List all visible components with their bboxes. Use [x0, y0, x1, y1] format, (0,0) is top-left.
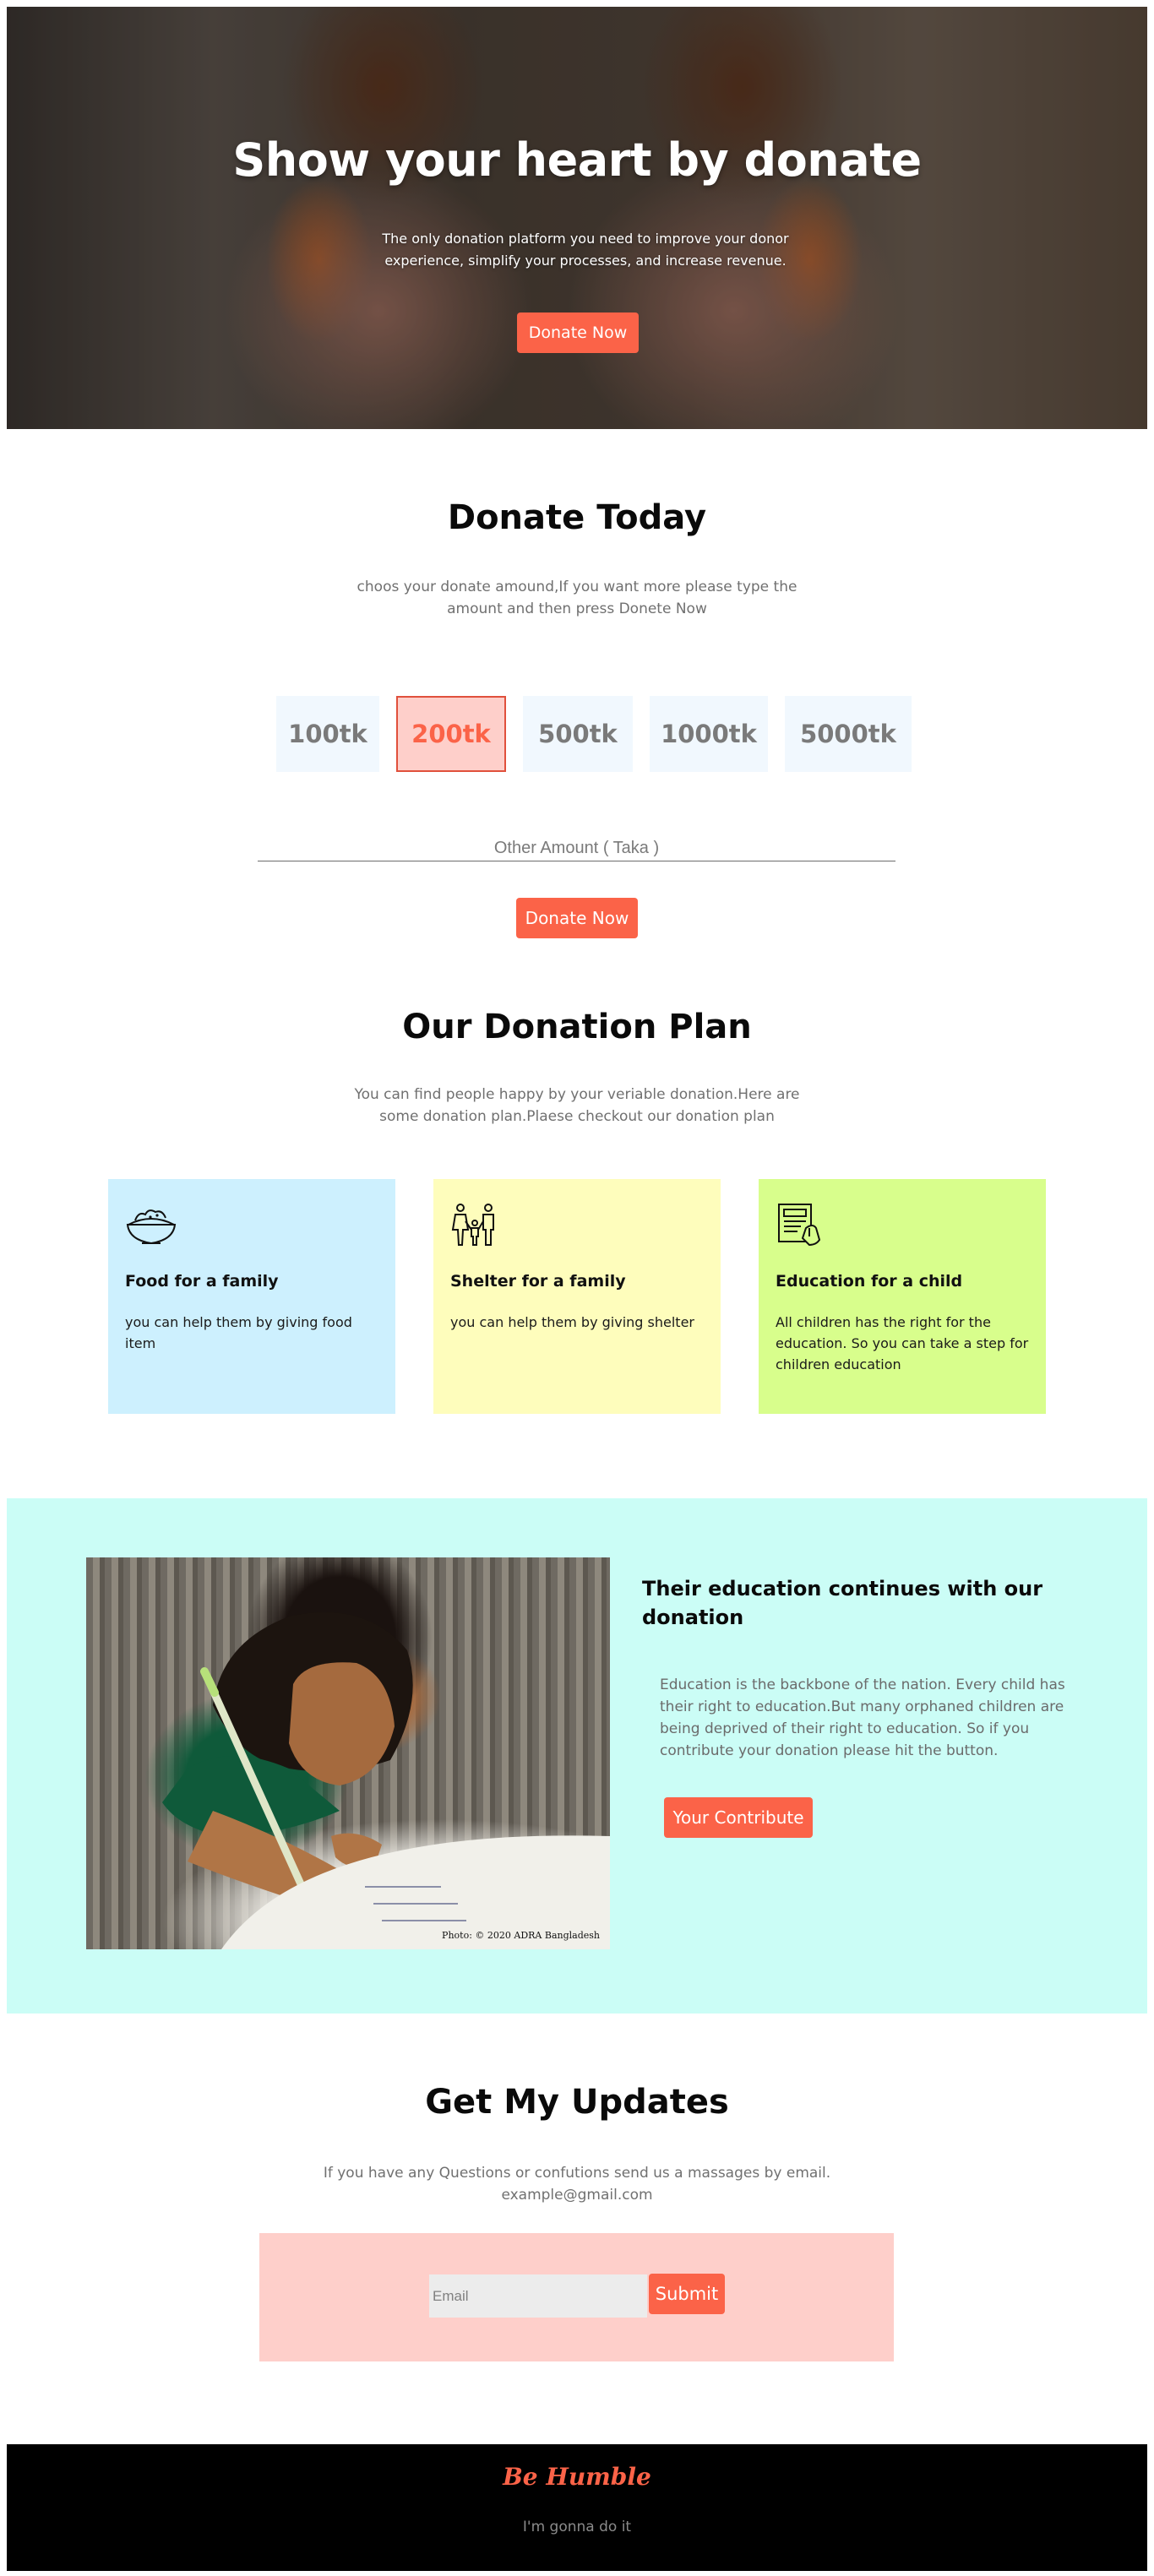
donate-today-subtitle: choos your donate amound,If you want mor… — [357, 579, 797, 617]
updates-subtitle: If you have any Questions or confutions … — [253, 2162, 901, 2206]
donate-today-title: Donate Today — [447, 498, 707, 537]
amount-option-1000[interactable]: 1000tk — [650, 696, 768, 772]
updates-subtitle-text: If you have any Questions or confutions … — [323, 2165, 831, 2182]
plan-card-text: you can help them by giving food item — [125, 1314, 352, 1351]
footer-tagline: I'm gonna do it — [522, 2519, 632, 2535]
education-photo: Photo: © 2020 ADRA Bangladesh — [86, 1557, 610, 1949]
hero-title: Show your heart by donate — [232, 133, 922, 187]
plan-title: Our Donation Plan — [402, 1008, 752, 1046]
other-amount-input[interactable] — [258, 836, 895, 861]
plan-card-title: Food for a family — [125, 1272, 279, 1291]
hero-banner: Show your heart by donate The only donat… — [7, 7, 1147, 429]
amount-option-200-selected[interactable]: 200tk — [396, 696, 506, 772]
education-title: Their education continues with our donat… — [642, 1577, 1043, 1629]
plan-card-title: Shelter for a family — [450, 1272, 626, 1291]
plan-subtitle: You can find people happy by your veriab… — [354, 1086, 800, 1125]
plan-card-text: All children has the right for the educa… — [776, 1314, 1029, 1372]
hero-subtitle: The only donation platform you need to i… — [382, 231, 789, 269]
donate-now-button[interactable]: Donate Now — [516, 898, 638, 938]
submit-button[interactable]: Submit — [649, 2274, 725, 2314]
plan-card-shelter: Shelter for a family you can help them b… — [433, 1179, 721, 1414]
amount-option-500[interactable]: 500tk — [523, 696, 633, 772]
amount-option-100[interactable]: 100tk — [276, 696, 379, 772]
education-section: Photo: © 2020 ADRA Bangladesh Their educ… — [7, 1498, 1147, 2014]
email-input[interactable] — [429, 2274, 647, 2318]
footer: Be Humble I'm gonna do it — [7, 2444, 1147, 2571]
plan-card-food: Food for a family you can help them by g… — [108, 1179, 395, 1414]
food-bowl-icon — [126, 1209, 177, 1245]
amount-option-5000[interactable]: 5000tk — [785, 696, 912, 772]
hero-photo-overlay — [7, 7, 1147, 429]
family-icon — [451, 1204, 494, 1246]
hero-donate-button[interactable]: Donate Now — [517, 312, 639, 353]
photo-credit: Photo: © 2020 ADRA Bangladesh — [442, 1930, 600, 1941]
education-icon — [778, 1204, 821, 1247]
subscribe-form: Submit — [259, 2233, 894, 2361]
contribute-button[interactable]: Your Contribute — [664, 1797, 813, 1838]
footer-brand-logo: Be Humble — [503, 2463, 651, 2491]
contact-email: example@gmail.com — [501, 2187, 653, 2204]
updates-title: Get My Updates — [425, 2083, 729, 2122]
plan-card-education: Education for a child All children has t… — [759, 1179, 1046, 1414]
amount-options: 100tk 200tk 500tk 1000tk 5000tk — [0, 696, 1154, 772]
child-writing-illustration — [162, 1612, 610, 1949]
plan-card-text: you can help them by giving shelter — [450, 1314, 694, 1330]
education-text: Education is the backbone of the nation.… — [660, 1677, 1065, 1759]
plan-card-title: Education for a child — [776, 1272, 963, 1291]
